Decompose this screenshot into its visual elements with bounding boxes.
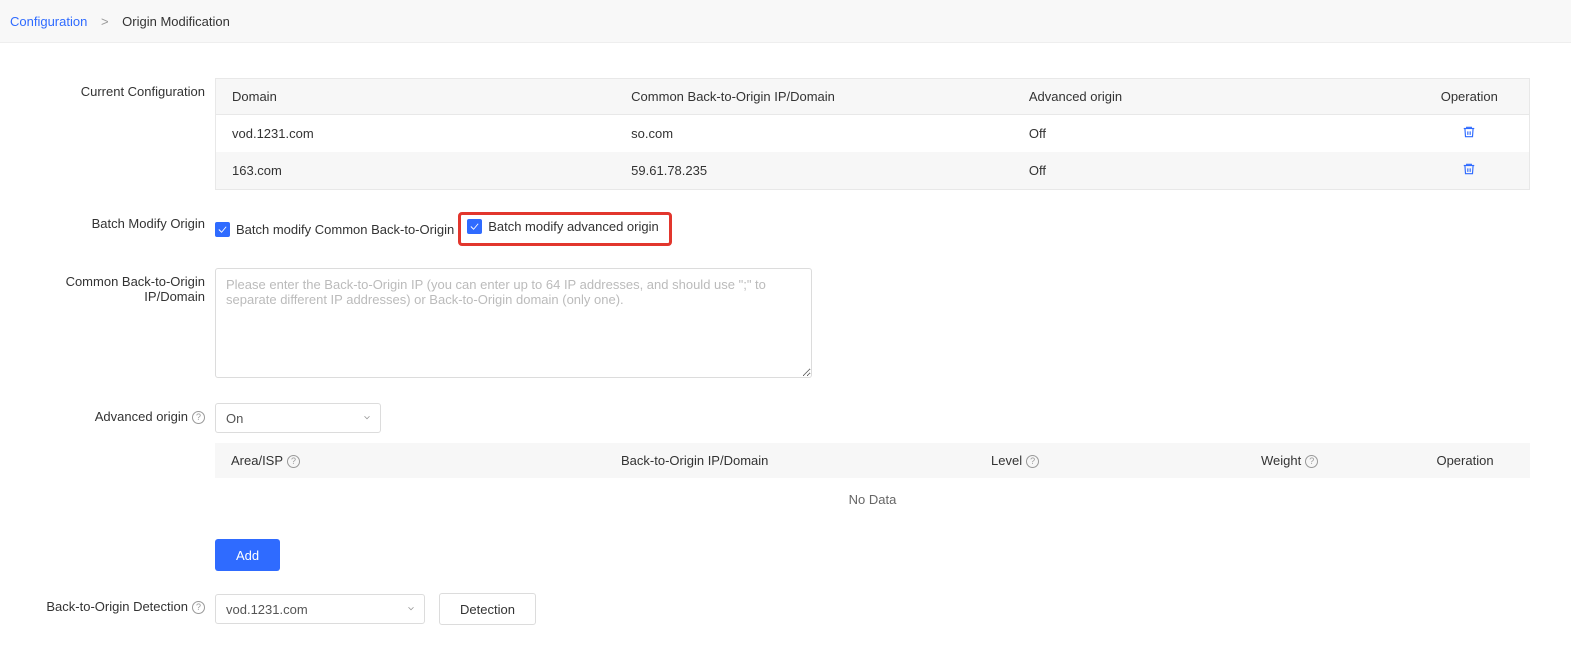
cell-domain: vod.1231.com	[216, 115, 616, 153]
checkbox-batch-common[interactable]: Batch modify Common Back-to-Origin	[215, 222, 454, 237]
detection-domain-select[interactable]: vod.1231.com	[215, 594, 425, 624]
breadcrumb: Configuration > Origin Modification	[0, 0, 1571, 43]
label-common-back-to-origin: Common Back-to-Origin IP/Domain	[40, 268, 215, 304]
no-data-text: No Data	[215, 478, 1530, 521]
th-back-to-origin-ip: Back-to-Origin IP/Domain	[621, 453, 991, 468]
breadcrumb-separator: >	[101, 14, 109, 29]
advanced-origin-table: Area/ISP? Back-to-Origin IP/Domain Level…	[215, 443, 1530, 521]
highlight-box: Batch modify advanced origin	[458, 212, 672, 246]
th-advanced: Advanced origin	[1013, 79, 1410, 115]
add-button[interactable]: Add	[215, 539, 280, 571]
help-icon[interactable]: ?	[192, 601, 205, 614]
label-current-configuration: Current Configuration	[40, 78, 215, 99]
th-operation: Operation	[1410, 79, 1530, 115]
chevron-down-icon	[362, 411, 372, 426]
checkbox-icon	[467, 219, 482, 234]
th-domain: Domain	[216, 79, 616, 115]
help-icon[interactable]: ?	[1305, 455, 1318, 468]
label-advanced-origin: Advanced origin?	[40, 403, 215, 424]
help-icon[interactable]: ?	[1026, 455, 1039, 468]
th-operation: Operation	[1416, 453, 1514, 468]
cell-advanced: Off	[1013, 152, 1410, 190]
table-row: vod.1231.com so.com Off	[216, 115, 1530, 153]
select-value: vod.1231.com	[226, 602, 308, 617]
cell-advanced: Off	[1013, 115, 1410, 153]
breadcrumb-root-link[interactable]: Configuration	[10, 14, 87, 29]
checkbox-batch-advanced[interactable]: Batch modify advanced origin	[467, 219, 659, 234]
th-weight: Weight?	[1261, 453, 1416, 468]
checkbox-label: Batch modify Common Back-to-Origin	[236, 222, 454, 237]
delete-icon[interactable]	[1462, 125, 1476, 139]
help-icon[interactable]: ?	[192, 411, 205, 424]
th-level: Level?	[991, 453, 1261, 468]
breadcrumb-current: Origin Modification	[122, 14, 230, 29]
checkbox-label: Batch modify advanced origin	[488, 219, 659, 234]
checkbox-icon	[215, 222, 230, 237]
current-config-table: Domain Common Back-to-Origin IP/Domain A…	[215, 78, 1530, 190]
detection-button[interactable]: Detection	[439, 593, 536, 625]
th-area-isp: Area/ISP?	[231, 453, 621, 468]
chevron-down-icon	[406, 602, 416, 617]
select-value: On	[226, 411, 243, 426]
advanced-origin-select[interactable]: On	[215, 403, 381, 433]
label-batch-modify-origin: Batch Modify Origin	[40, 212, 215, 231]
help-icon[interactable]: ?	[287, 455, 300, 468]
th-common: Common Back-to-Origin IP/Domain	[615, 79, 1013, 115]
cell-common: so.com	[615, 115, 1013, 153]
back-to-origin-textarea[interactable]	[215, 268, 812, 378]
cell-domain: 163.com	[216, 152, 616, 190]
label-back-to-origin-detection: Back-to-Origin Detection?	[40, 593, 215, 614]
table-row: 163.com 59.61.78.235 Off	[216, 152, 1530, 190]
cell-common: 59.61.78.235	[615, 152, 1013, 190]
delete-icon[interactable]	[1462, 162, 1476, 176]
